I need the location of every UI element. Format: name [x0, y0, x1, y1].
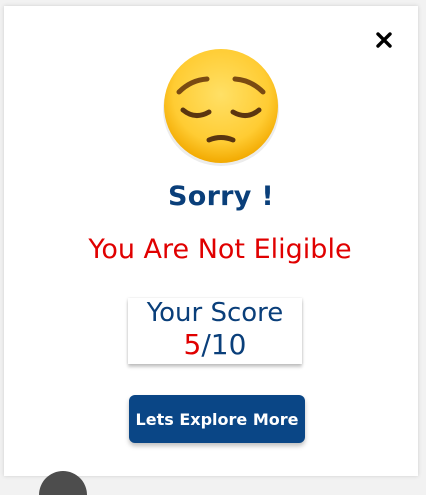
- close-icon[interactable]: [372, 28, 396, 52]
- score-total: /10: [201, 328, 247, 361]
- dialog-title: Sorry !: [167, 181, 275, 212]
- explore-more-button[interactable]: Lets Explore More: [129, 395, 305, 443]
- score-line: 5/10: [128, 328, 302, 362]
- eligibility-message: You Are Not Eligible: [88, 234, 352, 265]
- pensive-face-icon: [159, 46, 283, 170]
- score-card: Your Score 5/10: [128, 298, 302, 364]
- score-value: 5: [183, 328, 202, 361]
- result-dialog: Sorry ! You Are Not Eligible Your Score …: [4, 6, 418, 476]
- score-label: Your Score: [146, 298, 284, 328]
